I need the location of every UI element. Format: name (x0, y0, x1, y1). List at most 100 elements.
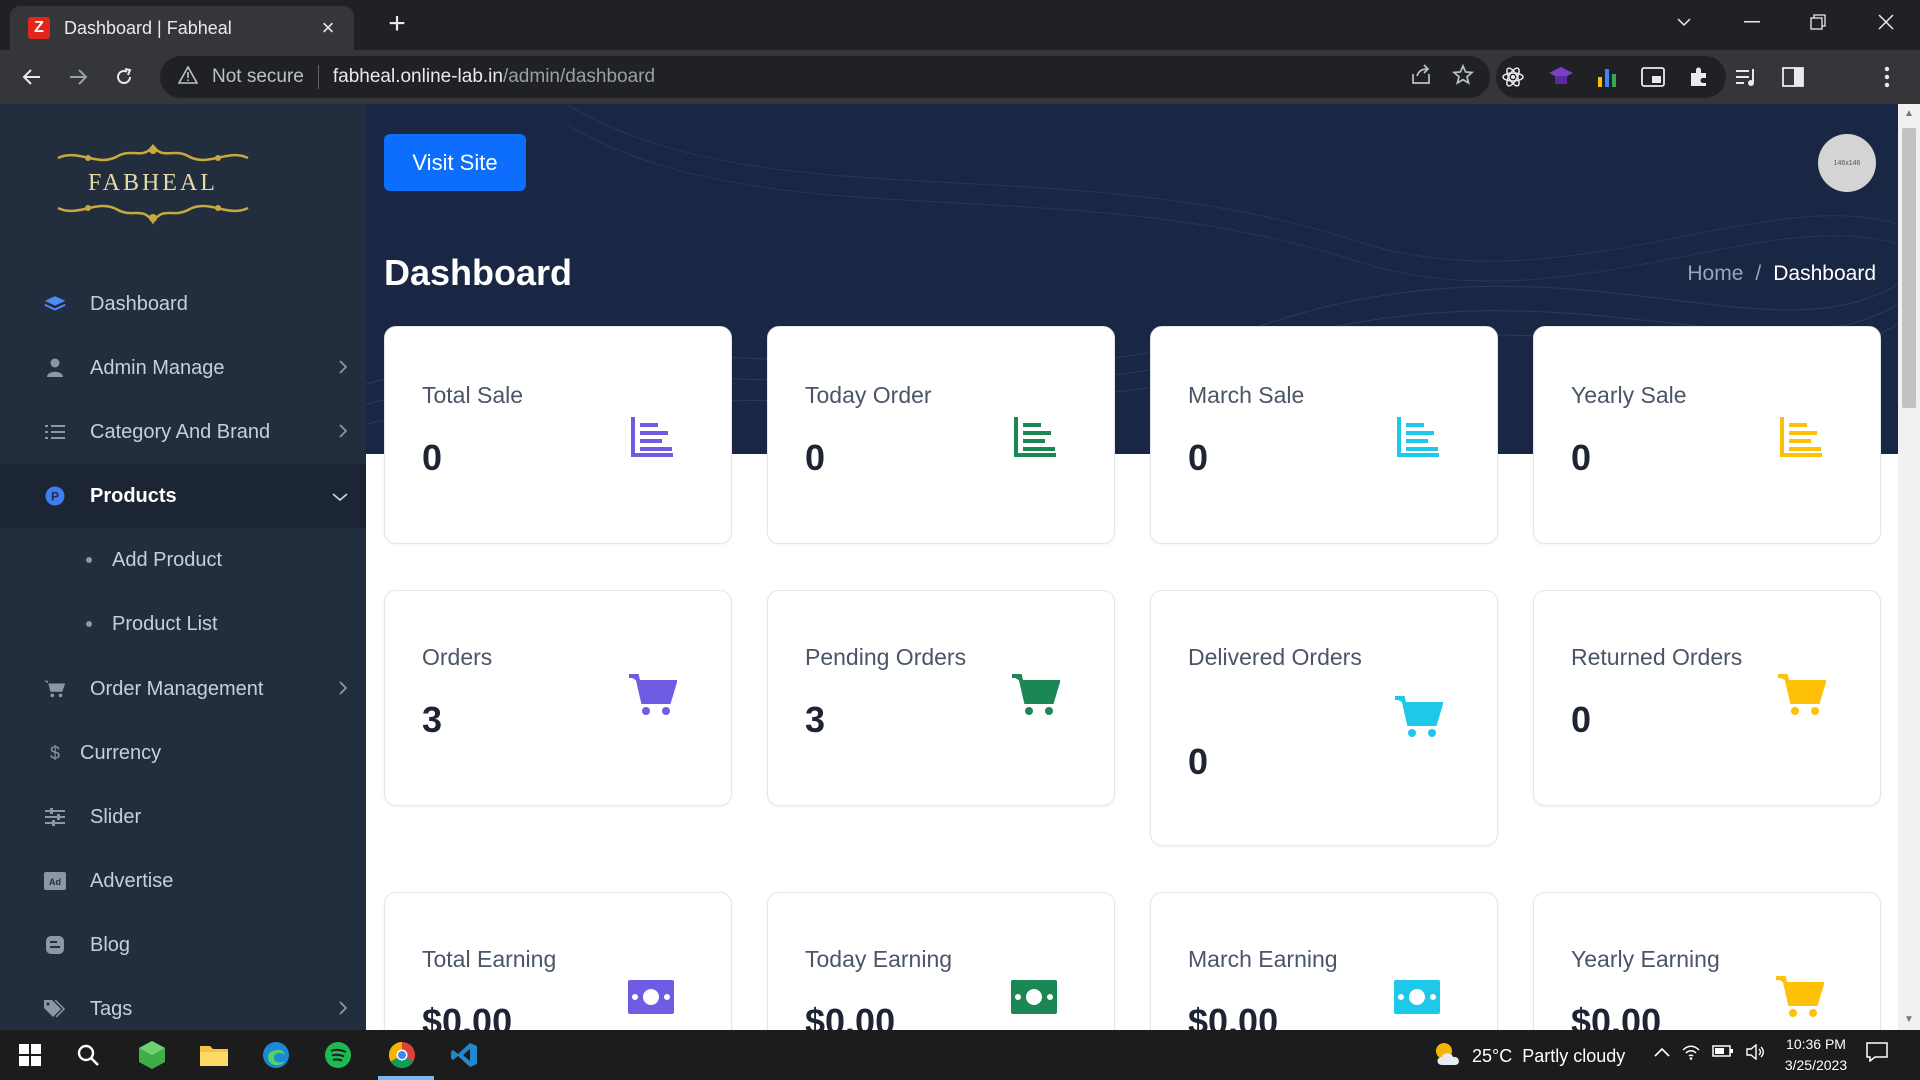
media-queue-icon[interactable] (1732, 62, 1762, 92)
bookmark-star-icon[interactable] (1451, 63, 1475, 92)
windows-start-icon[interactable] (12, 1038, 48, 1072)
sidebar-item-currency[interactable]: $ Currency (0, 721, 366, 785)
money-bill-icon (627, 979, 674, 1025)
new-tab-button[interactable]: + (382, 9, 412, 39)
back-icon[interactable] (16, 61, 48, 93)
visit-site-button[interactable]: Visit Site (384, 134, 526, 191)
stat-card-march-sale[interactable]: March Sale 0 (1150, 326, 1498, 544)
favicon-icon: Z (28, 17, 50, 39)
product-icon: P (44, 485, 66, 507)
active-app-indicator (378, 1076, 434, 1080)
browser-tab[interactable]: Z Dashboard | Fabheal × (10, 6, 354, 50)
bullet-icon (86, 621, 92, 627)
url-path: /admin/dashboard (502, 66, 656, 87)
stat-card-march-earning[interactable]: March Earning $0.00 (1150, 892, 1498, 1030)
weather-widget[interactable]: 25°C Partly cloudy (1432, 1040, 1625, 1073)
stat-card-today-earning[interactable]: Today Earning $0.00 (767, 892, 1115, 1030)
sidebar-item-label: Tags (90, 997, 133, 1020)
sidebar-subitem-add-product[interactable]: Add Product (0, 528, 366, 592)
stat-card-delivered-orders[interactable]: Delivered Orders 0 (1150, 590, 1498, 846)
edge-browser-icon[interactable] (258, 1038, 294, 1072)
extension-graduation-icon[interactable] (1546, 62, 1576, 92)
user-avatar[interactable]: 146x146 (1818, 134, 1876, 192)
search-icon[interactable] (70, 1038, 106, 1072)
card-value: 0 (1188, 437, 1209, 478)
share-icon[interactable] (1410, 64, 1432, 92)
breadcrumb-home-link[interactable]: Home (1687, 262, 1743, 286)
react-devtools-icon[interactable] (1498, 62, 1528, 92)
reload-icon[interactable] (108, 61, 140, 93)
brand-logo[interactable]: FABHEAL (48, 140, 258, 230)
sidebar-item-order-management[interactable]: Order Management (0, 657, 366, 721)
analytics-extension-icon[interactable] (1592, 62, 1622, 92)
stat-card-today-order[interactable]: Today Order 0 (767, 326, 1115, 544)
card-value: $0.00 (1188, 1001, 1279, 1030)
stat-card-returned-orders[interactable]: Returned Orders 0 (1533, 590, 1881, 806)
vscode-icon[interactable] (446, 1038, 482, 1072)
sidebar-item-products[interactable]: P Products (0, 464, 366, 528)
sidebar-subitem-label: Product List (112, 612, 218, 635)
bar-chart-icon (629, 413, 675, 459)
stat-card-total-sale[interactable]: Total Sale 0 (384, 326, 732, 544)
card-value: 3 (422, 699, 443, 740)
close-tab-icon[interactable]: × (316, 15, 340, 41)
volume-icon[interactable] (1746, 1043, 1766, 1065)
picture-in-picture-icon[interactable] (1638, 62, 1668, 92)
card-value: 0 (422, 437, 443, 478)
security-label[interactable]: Not secure (212, 66, 304, 88)
battery-icon[interactable] (1712, 1044, 1734, 1065)
clock-date: 3/25/2023 (1784, 1057, 1848, 1073)
tab-search-icon[interactable] (1656, 0, 1712, 44)
extensions-puzzle-icon[interactable] (1684, 62, 1714, 92)
scroll-up-icon[interactable]: ▲ (1898, 104, 1920, 124)
sidebar-item-category-and-brand[interactable]: Category And Brand (0, 400, 366, 464)
chevron-up-icon[interactable] (1654, 1044, 1670, 1065)
scrollbar-thumb[interactable] (1902, 128, 1916, 408)
stat-card-yearly-sale[interactable]: Yearly Sale 0 (1533, 326, 1881, 544)
close-window-icon[interactable] (1858, 0, 1914, 44)
stat-card-total-earning[interactable]: Total Earning $0.00 (384, 892, 732, 1030)
sidebar-item-label: Products (90, 484, 177, 507)
stat-card-yearly-earning[interactable]: Yearly Earning $0.00 (1533, 892, 1881, 1030)
stat-card-pending-orders[interactable]: Pending Orders 3 (767, 590, 1115, 806)
bar-chart-icon (1012, 413, 1058, 459)
system-tray (1654, 1043, 1766, 1065)
cart-icon (1395, 695, 1444, 741)
scroll-down-icon[interactable]: ▼ (1898, 1010, 1920, 1030)
file-explorer-icon[interactable] (196, 1038, 232, 1072)
warning-icon[interactable] (177, 64, 200, 89)
page-scrollbar[interactable]: ▲ ▼ (1898, 104, 1920, 1030)
chrome-icon[interactable] (384, 1038, 420, 1072)
side-panel-icon[interactable] (1778, 62, 1808, 92)
sidebar-item-tags[interactable]: Tags (0, 977, 366, 1030)
sidebar-item-label: Dashboard (90, 292, 188, 315)
url-host: fabheal.online-lab.in (332, 66, 503, 87)
sidebar-item-advertise[interactable]: Ad Advertise (0, 849, 366, 913)
card-value: $0.00 (422, 1001, 513, 1030)
spotify-icon[interactable] (320, 1038, 356, 1072)
partly-cloudy-icon (1432, 1040, 1464, 1073)
blog-icon (44, 934, 66, 956)
clock-time: 10:36 PM (1786, 1036, 1846, 1052)
restore-icon[interactable] (1790, 0, 1846, 44)
sidebar-item-dashboard[interactable]: Dashboard (0, 272, 366, 336)
cart-icon (1776, 975, 1825, 1021)
card-label: Pending Orders (805, 644, 967, 670)
sidebar-item-slider[interactable]: Slider (0, 785, 366, 849)
sidebar-item-label: Order Management (90, 677, 264, 700)
notifications-icon[interactable] (1866, 1042, 1888, 1068)
browser-menu-icon[interactable] (1872, 62, 1902, 92)
forward-icon[interactable] (62, 61, 94, 93)
sidebar-item-admin-manage[interactable]: Admin Manage (0, 336, 366, 400)
wifi-icon[interactable] (1682, 1044, 1700, 1065)
sidebar-item-blog[interactable]: Blog (0, 913, 366, 977)
address-bar[interactable]: Not secure fabheal.online-lab.in /admin/… (160, 56, 1490, 98)
system-clock[interactable]: 10:36 PM 3/25/2023 (1768, 1034, 1864, 1076)
sidebar-subitem-product-list[interactable]: Product List (0, 592, 366, 656)
stat-card-orders[interactable]: Orders 3 (384, 590, 732, 806)
minimize-icon[interactable] (1724, 0, 1780, 44)
page-title: Dashboard (384, 252, 573, 293)
bar-chart-icon (1395, 413, 1441, 459)
card-label: Orders (422, 644, 493, 670)
cube-app-icon[interactable] (134, 1038, 170, 1072)
